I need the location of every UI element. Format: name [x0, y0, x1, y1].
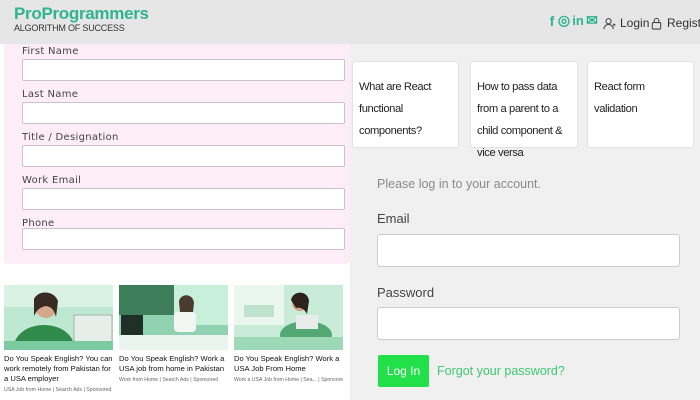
- article-card[interactable]: How to pass data from a parent to a chil…: [470, 61, 578, 159]
- password-label: Password: [377, 285, 435, 300]
- ad-card[interactable]: Do You Speak English? You can work remot…: [4, 285, 113, 393]
- forgot-password-link[interactable]: Forgot your password?: [437, 364, 565, 378]
- work-email-label: Work Email: [22, 175, 82, 186]
- email-label: Email: [377, 211, 410, 226]
- ad-image: [119, 285, 228, 350]
- login-link[interactable]: Login: [603, 16, 649, 30]
- last-name-label: Last Name: [22, 89, 79, 100]
- email-field[interactable]: [377, 234, 680, 267]
- ad-title: Do You Speak English? Work a USA Job Fro…: [234, 354, 340, 373]
- article-title: How to pass data from a parent to a chil…: [477, 81, 563, 159]
- brand-logo[interactable]: ProProgrammers ALGORITHM OF SUCCESS: [14, 4, 149, 33]
- register-link[interactable]: Register: [650, 16, 700, 30]
- ad-image: [234, 285, 343, 350]
- register-link-label: Register: [667, 16, 700, 30]
- last-name-field[interactable]: [22, 102, 345, 124]
- article-title: What are React functional components?: [359, 81, 432, 137]
- login-prompt: Please log in to your account.: [377, 177, 541, 191]
- first-name-label: First Name: [22, 46, 79, 57]
- ad-title: Do You Speak English? Work a USA job fro…: [119, 354, 225, 373]
- user-icon: [603, 17, 616, 29]
- ad-source: USA Job from Home | Search Ads | Sponsor…: [4, 387, 112, 393]
- login-link-label: Login: [620, 16, 650, 30]
- title-designation-field[interactable]: [22, 145, 345, 167]
- password-field[interactable]: [377, 307, 680, 340]
- lock-icon: [651, 17, 662, 30]
- facebook-icon[interactable]: f: [547, 13, 557, 29]
- ad-card[interactable]: Do You Speak English? Work a USA Job Fro…: [234, 285, 343, 383]
- phone-field[interactable]: [22, 228, 345, 250]
- article-card[interactable]: What are React functional components?: [352, 61, 459, 148]
- article-card[interactable]: React form validation: [587, 61, 694, 148]
- social-links: f ◎ in ✉: [547, 12, 598, 29]
- article-title: React form validation: [594, 81, 645, 115]
- ad-image: [4, 285, 113, 350]
- first-name-field[interactable]: [22, 59, 345, 81]
- brand-tagline: ALGORITHM OF SUCCESS: [14, 23, 125, 33]
- sponsored-ads: Do You Speak English? You can work remot…: [0, 278, 350, 400]
- work-email-field[interactable]: [22, 188, 345, 210]
- ad-title: Do You Speak English? You can work remot…: [4, 354, 113, 383]
- ad-card[interactable]: Do You Speak English? Work a USA job fro…: [119, 285, 228, 383]
- brand-name: ProProgrammers: [14, 4, 149, 23]
- linkedin-icon[interactable]: in: [571, 13, 585, 28]
- login-button[interactable]: Log In: [378, 355, 429, 387]
- ad-source: Work from Home | Search Ads | Sponsored: [119, 377, 219, 383]
- email-icon[interactable]: ✉: [586, 12, 598, 28]
- ad-source: Work a USA Job from Home | Sea... | Spon…: [234, 377, 343, 383]
- site-header: ProProgrammers ALGORITHM OF SUCCESS f ◎ …: [0, 0, 700, 44]
- title-designation-label: Title / Designation: [22, 132, 119, 143]
- instagram-icon[interactable]: ◎: [558, 12, 570, 28]
